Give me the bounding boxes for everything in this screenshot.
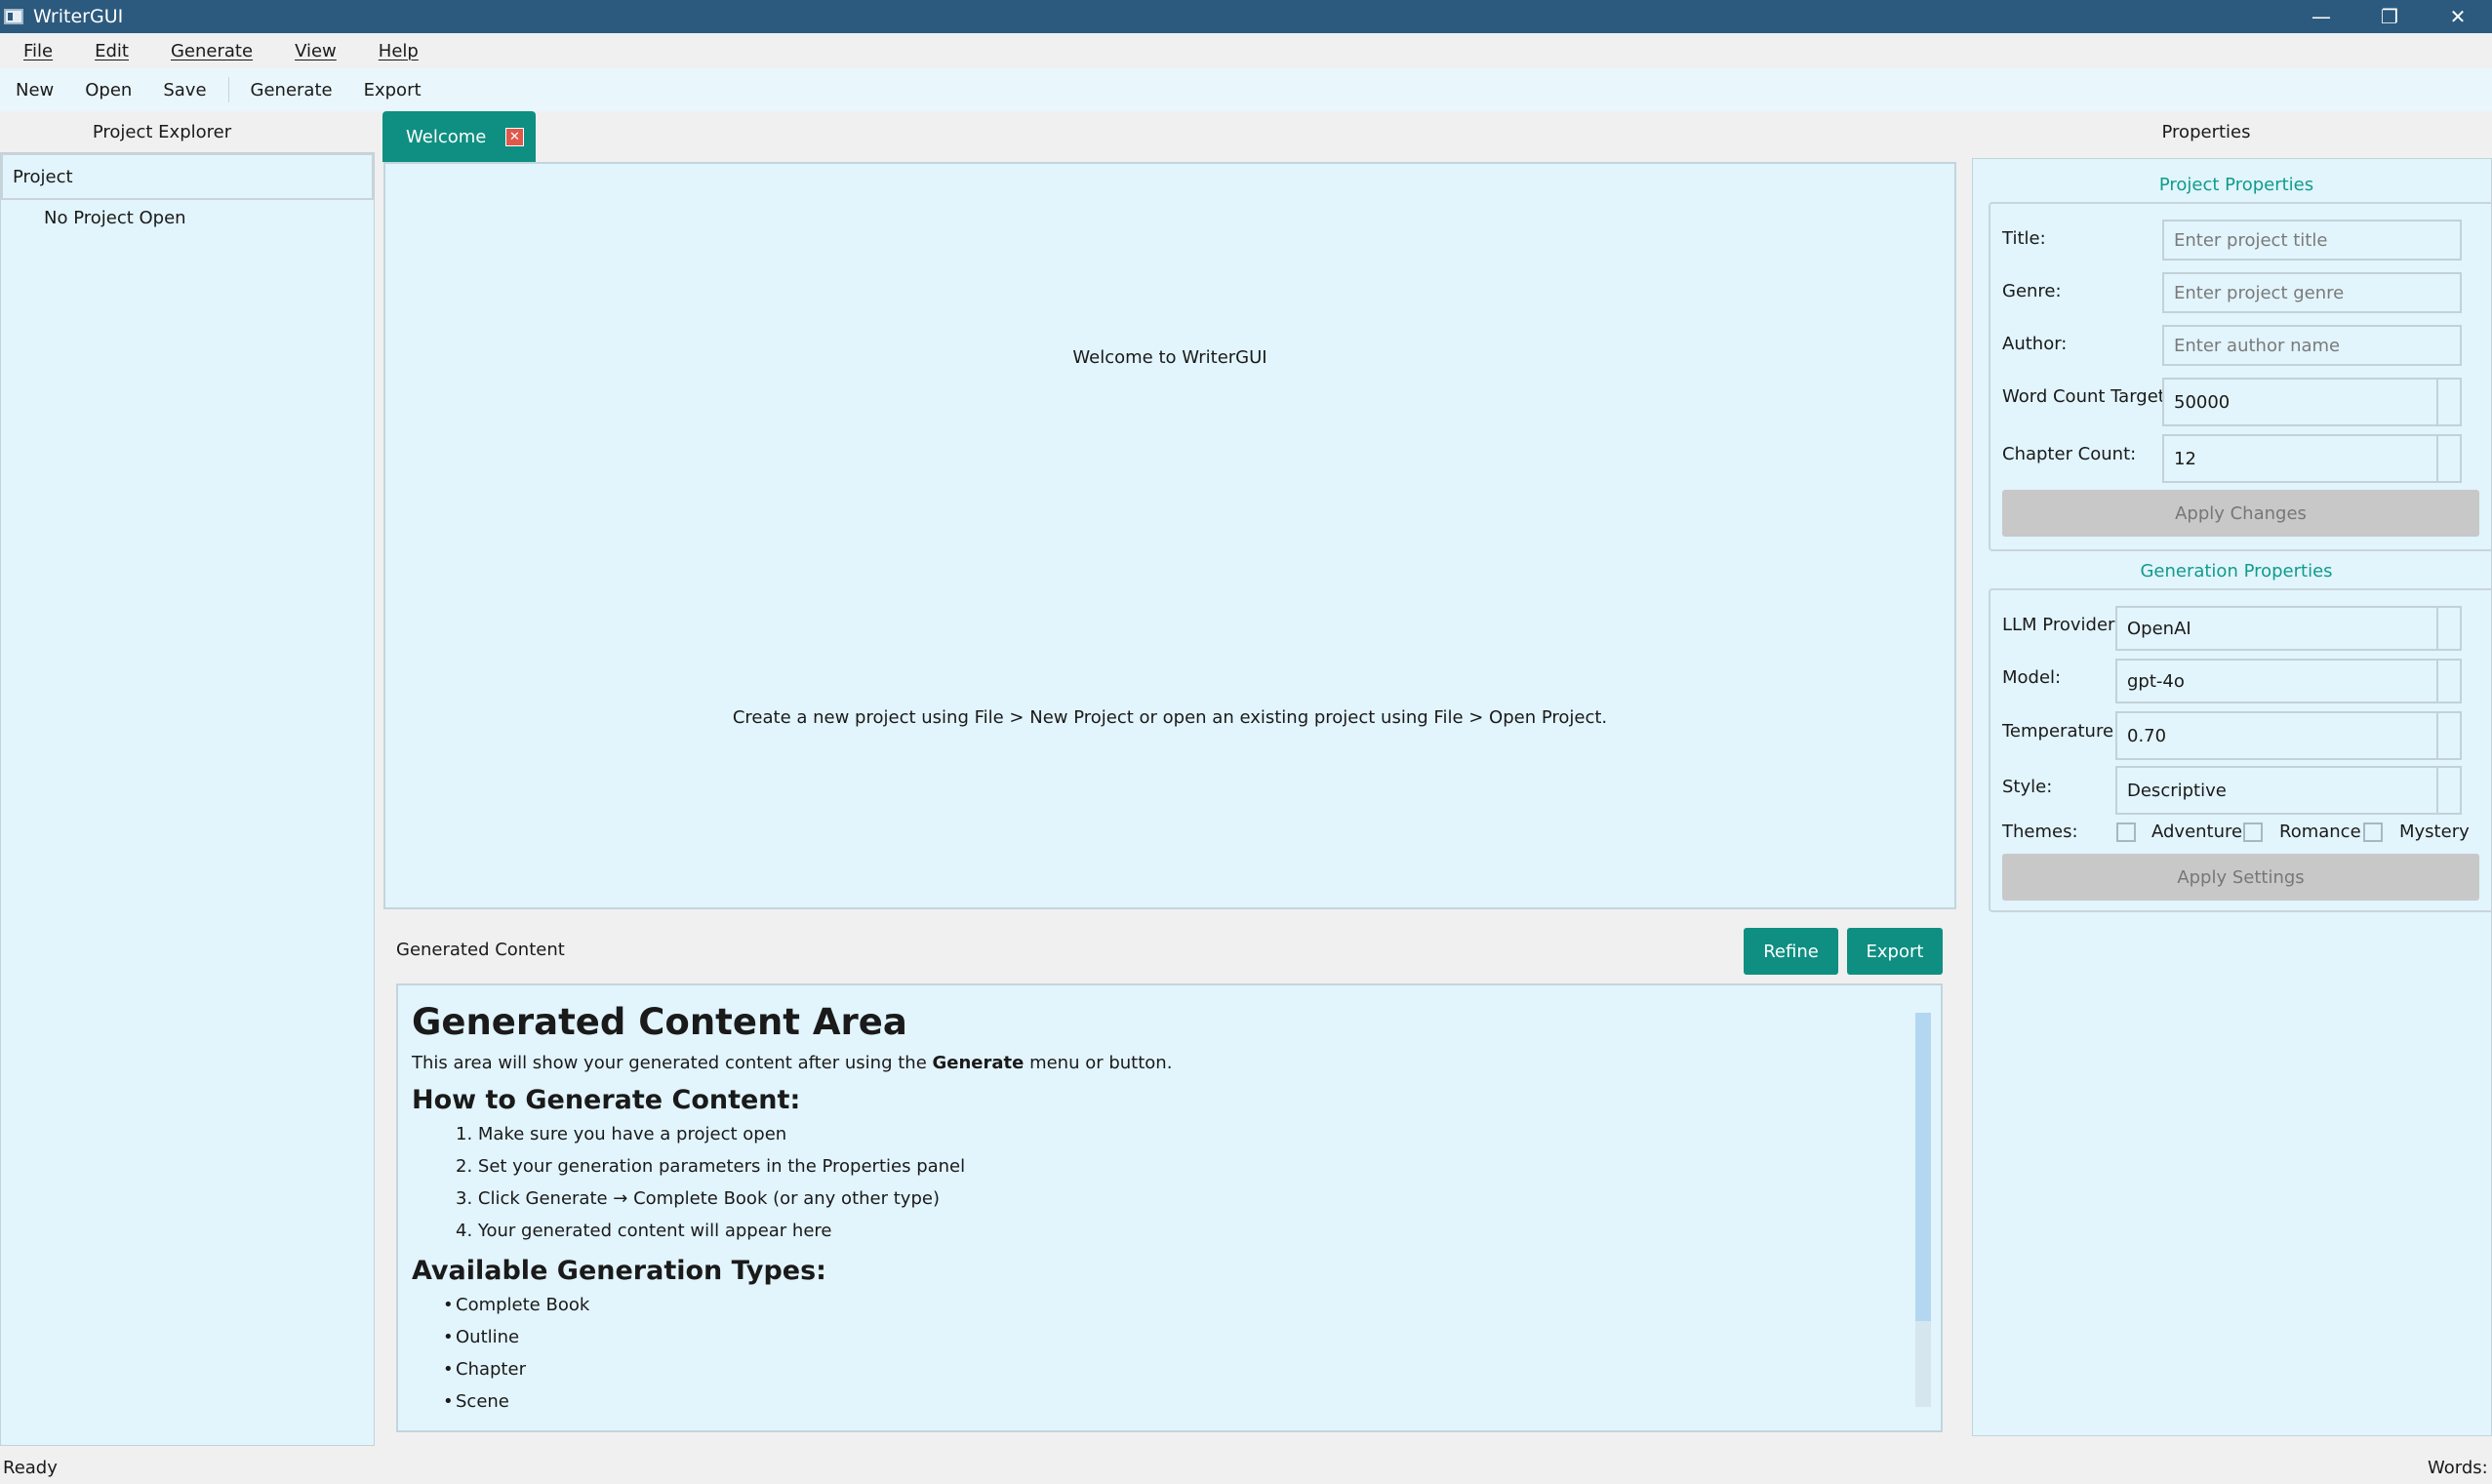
app-icon <box>4 9 23 24</box>
project-properties-title: Project Properties <box>2158 175 2314 195</box>
types-list: Complete Book Outline Chapter Scene <box>443 1296 1941 1424</box>
apply-settings-button[interactable]: Apply Settings <box>2002 854 2479 901</box>
word-count-label: Word Count Target: <box>2002 386 2171 407</box>
new-button[interactable]: New <box>0 80 69 100</box>
project-explorer-title: Project Explorer <box>0 111 324 152</box>
romance-checkbox[interactable] <box>2243 822 2263 842</box>
author-label: Author: <box>2002 334 2068 354</box>
project-explorer-panel: Project No Project Open <box>0 152 375 1446</box>
list-item: 2. Set your generation parameters in the… <box>456 1156 966 1177</box>
window-title: WriterGUI <box>33 6 124 27</box>
toolbar: New Open Save Generate Export <box>0 68 2492 111</box>
title-input[interactable]: Enter project title <box>2162 220 2462 261</box>
export-toolbar-button[interactable]: Export <box>348 80 437 100</box>
welcome-instructions: Create a new project using File > New Pr… <box>732 707 1608 728</box>
tree-item-no-project[interactable]: No Project Open <box>1 200 374 228</box>
style-select[interactable]: Descriptive <box>2115 766 2462 815</box>
tab-close-icon[interactable]: ✕ <box>505 128 524 146</box>
chapter-count-label: Chapter Count: <box>2002 444 2137 464</box>
spin-button[interactable] <box>2436 380 2460 424</box>
restore-icon[interactable]: ❐ <box>2355 0 2424 33</box>
generate-button[interactable]: Generate <box>235 80 348 100</box>
mystery-label: Mystery <box>2399 822 2470 842</box>
title-bar: WriterGUI — ❐ ✕ <box>0 0 2492 33</box>
list-item: Complete Book <box>443 1296 1941 1328</box>
tab-welcome[interactable]: Welcome ✕ <box>382 111 536 162</box>
menu-bar: File Edit Generate View Help <box>0 33 2492 68</box>
refine-button[interactable]: Refine <box>1744 928 1838 975</box>
genre-label: Genre: <box>2002 281 2062 301</box>
welcome-panel: Welcome to WriterGUI Create a new projec… <box>383 162 1956 909</box>
word-count-spinbox[interactable]: 50000 <box>2162 378 2462 426</box>
spin-button[interactable] <box>2436 436 2460 481</box>
adventure-label: Adventure <box>2151 822 2243 842</box>
tab-label: Welcome <box>406 126 487 147</box>
properties-panel: Project Properties Title: Enter project … <box>1972 158 2492 1436</box>
generation-properties-title: Generation Properties <box>2140 561 2333 582</box>
chapter-count-spinbox[interactable]: 12 <box>2162 434 2462 483</box>
chevron-down-icon[interactable] <box>2436 608 2460 649</box>
export-button[interactable]: Export <box>1847 928 1943 975</box>
minimize-icon[interactable]: — <box>2287 0 2355 33</box>
chevron-down-icon[interactable] <box>2436 661 2460 702</box>
romance-label: Romance <box>2279 822 2361 842</box>
status-bar: Ready Words: 0 <box>0 1452 2492 1484</box>
menu-view[interactable]: View <box>271 41 355 61</box>
toolbar-separator <box>227 77 229 102</box>
status-text: Ready <box>3 1458 58 1478</box>
title-label: Title: <box>2002 228 2046 249</box>
welcome-title: Welcome to WriterGUI <box>1072 347 1267 368</box>
chevron-down-icon[interactable] <box>2436 768 2460 813</box>
list-item: Outline <box>443 1328 1941 1360</box>
spin-button[interactable] <box>2436 713 2460 758</box>
themes-label: Themes: <box>2002 822 2078 842</box>
author-input[interactable]: Enter author name <box>2162 325 2462 366</box>
adventure-checkbox[interactable] <box>2116 822 2136 842</box>
list-item: Chapter <box>443 1360 1941 1392</box>
list-item: 3. Click Generate → Complete Book (or an… <box>456 1188 940 1209</box>
model-label: Model: <box>2002 667 2062 688</box>
tree-header[interactable]: Project <box>1 153 374 200</box>
provider-label: LLM Provider: <box>2002 615 2121 635</box>
list-item: 1. Make sure you have a project open <box>456 1124 787 1144</box>
types-heading: Available Generation Types: <box>412 1256 826 1286</box>
save-button[interactable]: Save <box>147 80 221 100</box>
menu-file[interactable]: File <box>0 41 71 61</box>
style-label: Style: <box>2002 777 2053 797</box>
content-heading: Generated Content Area <box>412 1001 907 1043</box>
properties-title: Properties <box>2161 121 2251 142</box>
menu-help[interactable]: Help <box>355 41 437 61</box>
word-count-status: Words: 0 <box>2428 1458 2492 1478</box>
menu-generate[interactable]: Generate <box>147 41 271 61</box>
list-item: Scene <box>443 1392 1941 1424</box>
steps-list: 1. Make sure you have a project open 2. … <box>456 1125 1941 1254</box>
scroll-thumb[interactable] <box>1915 1013 1931 1321</box>
mystery-checkbox[interactable] <box>2363 822 2383 842</box>
generated-content-area[interactable]: Generated Content Area This area will sh… <box>396 983 1943 1432</box>
apply-changes-button[interactable]: Apply Changes <box>2002 490 2479 537</box>
temperature-spinbox[interactable]: 0.70 <box>2115 711 2462 760</box>
temperature-label: Temperature: <box>2002 721 2120 742</box>
open-button[interactable]: Open <box>69 80 147 100</box>
list-item: 4. Your generated content will appear he… <box>456 1221 832 1241</box>
model-select[interactable]: gpt-4o <box>2115 659 2462 703</box>
content-intro: This area will show your generated conte… <box>412 1053 1173 1073</box>
generated-content-label: Generated Content <box>396 940 565 960</box>
genre-input[interactable]: Enter project genre <box>2162 272 2462 313</box>
how-to-heading: How to Generate Content: <box>412 1085 801 1115</box>
content-scrollbar[interactable] <box>1915 1013 1931 1407</box>
window-controls: — ❐ ✕ <box>2287 0 2492 33</box>
close-window-icon[interactable]: ✕ <box>2424 0 2492 33</box>
provider-select[interactable]: OpenAI <box>2115 606 2462 651</box>
menu-edit[interactable]: Edit <box>71 41 147 61</box>
